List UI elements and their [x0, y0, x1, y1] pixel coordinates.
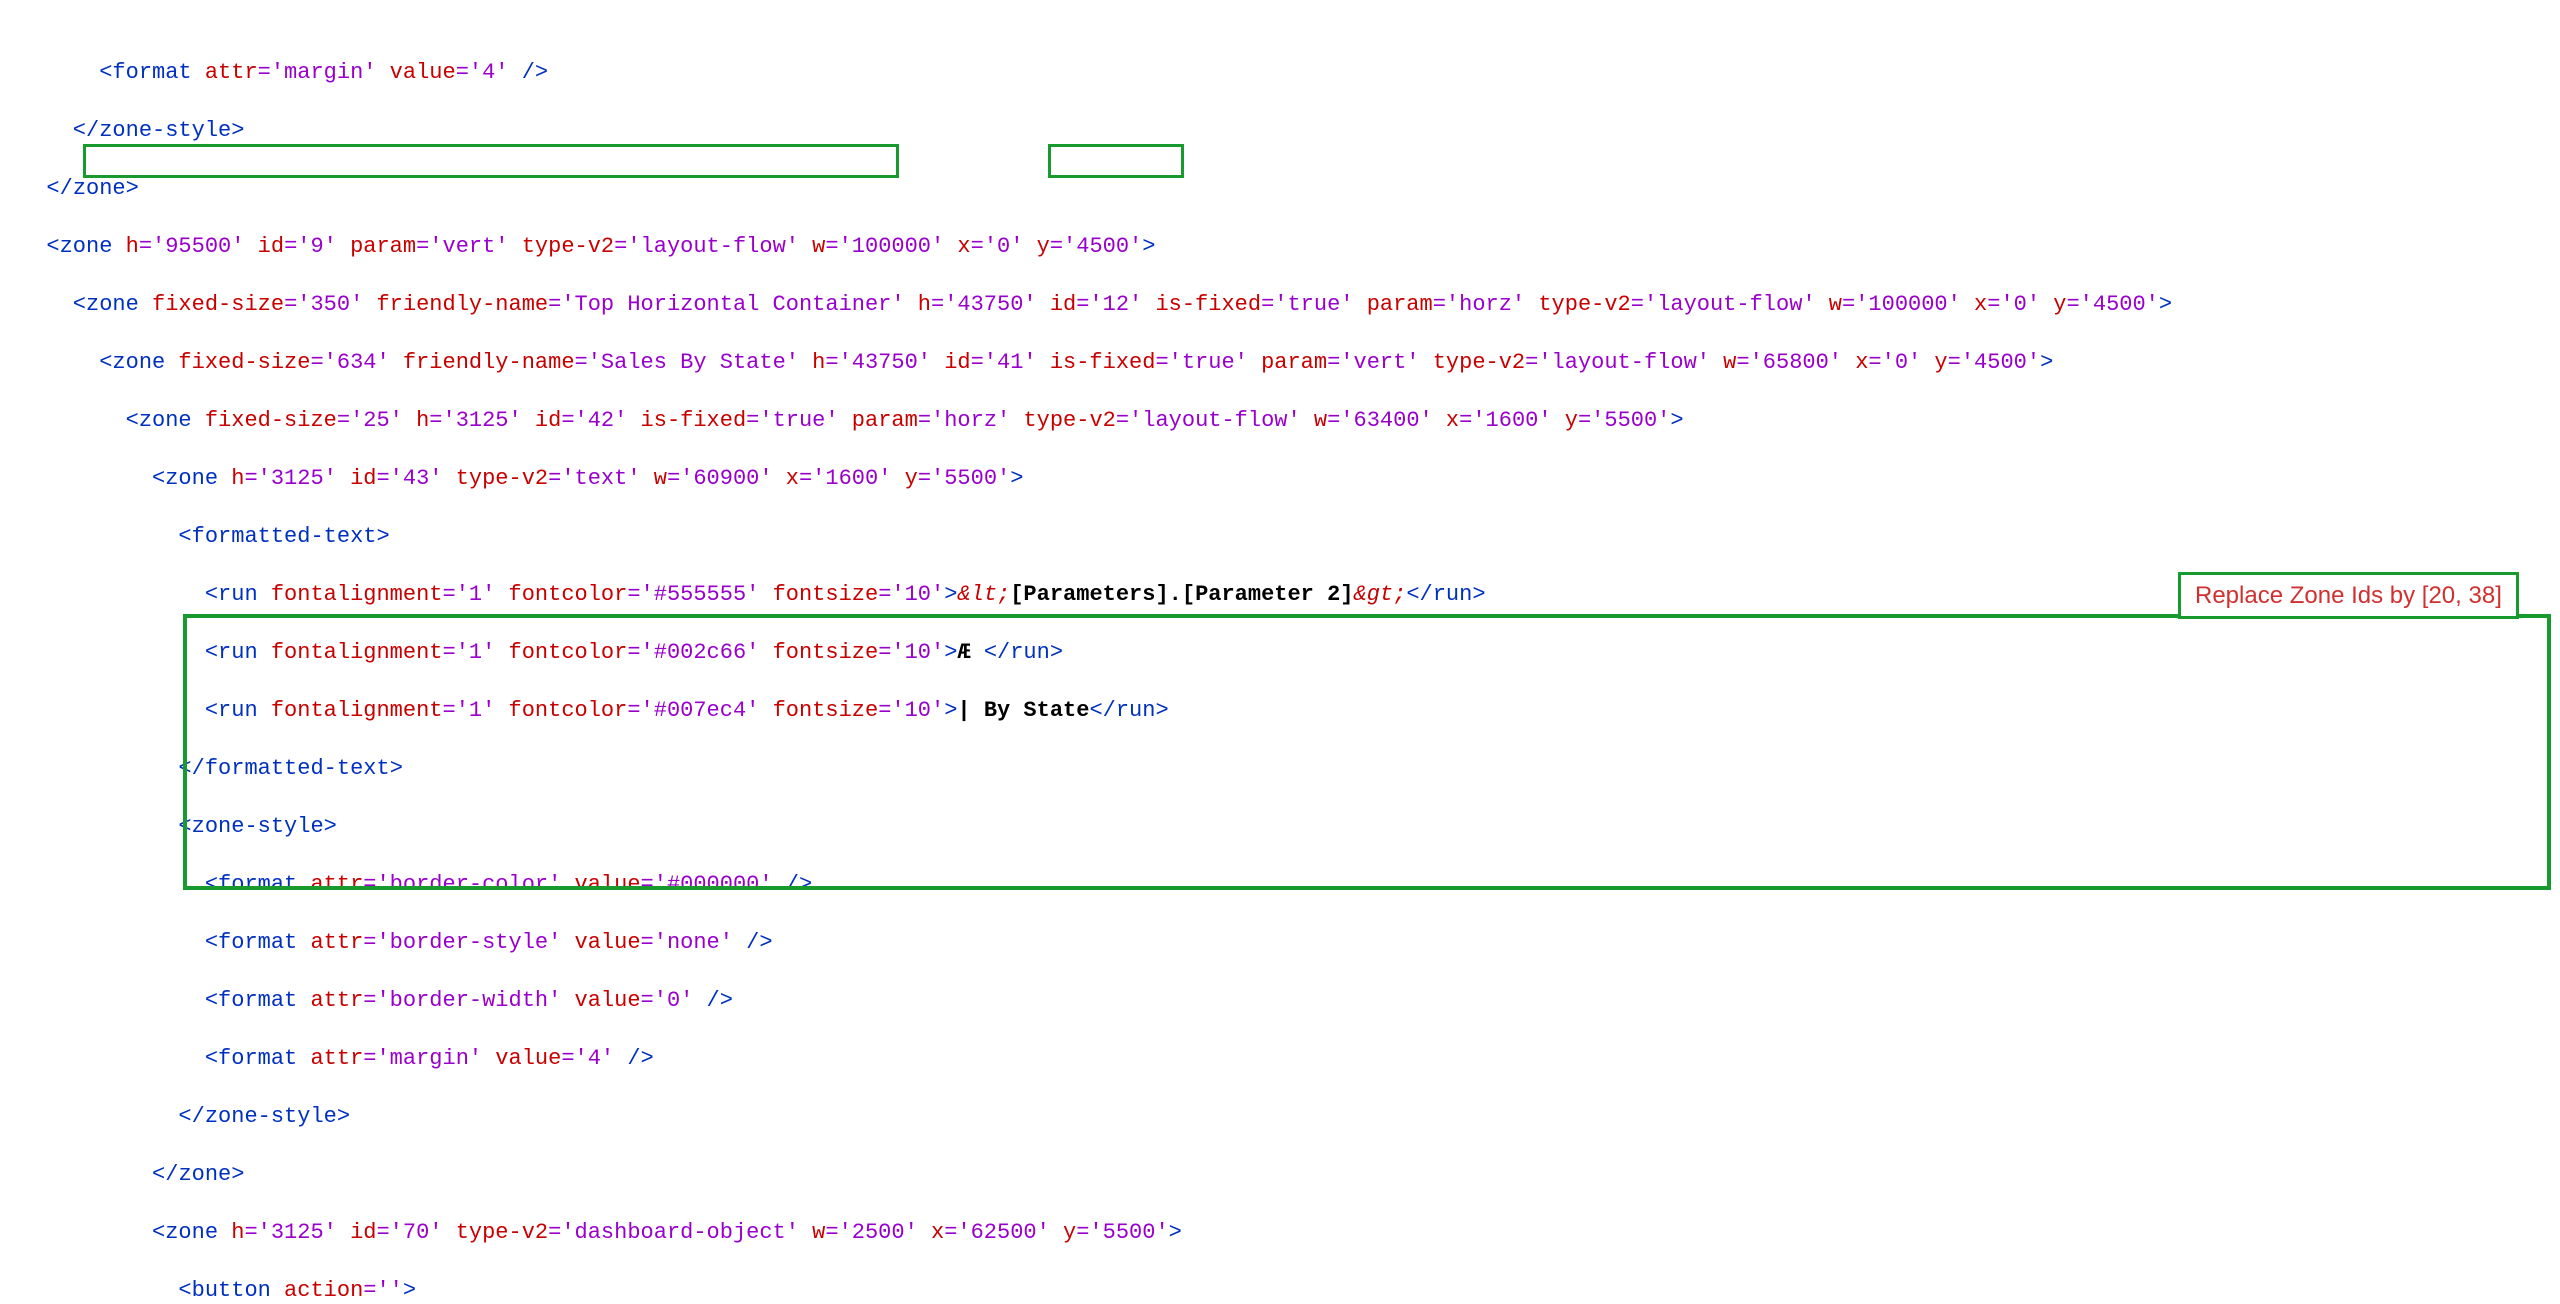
code-line: <format attr='margin' value='4' /> — [20, 58, 2560, 87]
code-line: <format attr='border-width' value='0' /> — [20, 986, 2560, 1015]
code-line: <zone h='3125' id='43' type-v2='text' w=… — [20, 464, 2560, 493]
code-line: </zone-style> — [20, 1102, 2560, 1131]
code-line: </zone> — [20, 174, 2560, 203]
code-line: <run fontalignment='1' fontcolor='#007ec… — [20, 696, 2560, 725]
code-line: <zone fixed-size='25' h='3125' id='42' i… — [20, 406, 2560, 435]
code-line: <zone h='3125' id='70' type-v2='dashboar… — [20, 1218, 2560, 1247]
xml-code-viewer: <format attr='margin' value='4' /> </zon… — [0, 0, 2560, 1304]
code-line: <zone fixed-size='350' friendly-name='To… — [20, 290, 2560, 319]
code-line: <run fontalignment='1' fontcolor='#002c6… — [20, 638, 2560, 667]
annotation-box-id-41 — [1048, 144, 1184, 178]
code-line: <zone-style> — [20, 812, 2560, 841]
code-line: <formatted-text> — [20, 522, 2560, 551]
annotation-box-friendly-name — [83, 144, 899, 178]
code-line-zone-41: <zone fixed-size='634' friendly-name='Sa… — [20, 348, 2560, 377]
code-line: </zone> — [20, 1160, 2560, 1189]
code-line: <format attr='border-color' value='#0000… — [20, 870, 2560, 899]
code-line: <button action=''> — [20, 1276, 2560, 1304]
code-line: <format attr='margin' value='4' /> — [20, 1044, 2560, 1073]
code-line: </formatted-text> — [20, 754, 2560, 783]
code-line: </zone-style> — [20, 116, 2560, 145]
code-line: <format attr='border-style' value='none'… — [20, 928, 2560, 957]
annotation-callout-replace-zone-ids: Replace Zone Ids by [20, 38] — [2178, 572, 2519, 619]
code-line: <zone h='95500' id='9' param='vert' type… — [20, 232, 2560, 261]
